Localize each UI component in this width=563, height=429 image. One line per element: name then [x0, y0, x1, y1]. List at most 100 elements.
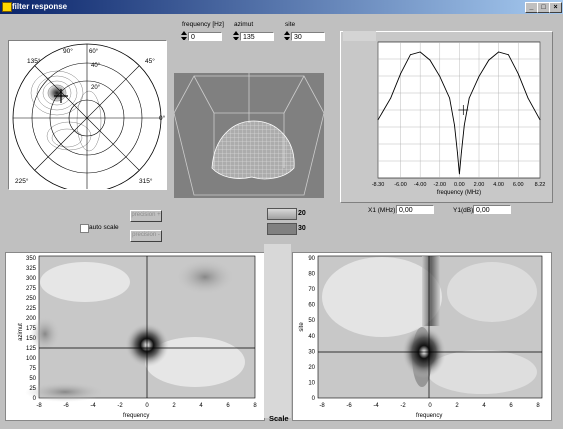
series-point [539, 119, 541, 121]
series-point [458, 173, 460, 175]
contour-right-xtick: 0 [428, 403, 432, 409]
title-bar: filter response _ □ × [0, 0, 563, 14]
series-point [478, 76, 480, 77]
svg-text:20°: 20° [91, 85, 101, 91]
contour-left-xtick: -6 [63, 403, 69, 409]
svg-text:60°: 60° [89, 49, 99, 55]
contour-right-xtick: 4 [482, 403, 486, 409]
azimut-field[interactable]: 135 [240, 32, 274, 41]
series-point [449, 97, 450, 99]
auto-scale-label: auto scale [89, 224, 119, 231]
y1-field[interactable]: 0,00 [473, 205, 511, 214]
series-point [409, 54, 411, 56]
contour-left-ytick: 150 [26, 336, 37, 342]
contour-right-ytick: 40 [308, 334, 315, 340]
svg-text:45°: 45° [145, 57, 155, 65]
site-label: site [285, 21, 296, 28]
frequency-spinner-icon[interactable] [181, 31, 187, 40]
contour-right-ytick: 80 [308, 272, 315, 278]
precision-down-button[interactable]: precision - [130, 230, 162, 242]
scale-swatch-20 [267, 208, 297, 220]
app-icon [2, 2, 12, 12]
x-tick-label: 4.00 [493, 182, 504, 188]
contour-right-xlabel: frequency [416, 413, 442, 419]
series-point [390, 97, 392, 99]
azimut-spinner-icon[interactable] [233, 31, 239, 40]
contour-right-ytick: 10 [308, 380, 315, 386]
series-point [463, 124, 465, 126]
x-tick-label: -2.00 [434, 182, 447, 188]
auto-scale-checkbox[interactable] [80, 224, 89, 233]
series-point [400, 73, 401, 75]
contour-right-ytick: 20 [308, 365, 315, 371]
contour-right-xtick: 8 [536, 403, 540, 409]
svg-text:315°: 315° [139, 177, 153, 185]
contour-left-ytick: 225 [26, 306, 37, 312]
contour-left-ytick: 125 [26, 346, 37, 352]
scale-swatch-30 [267, 223, 297, 235]
site-field[interactable]: 30 [291, 32, 325, 41]
series-point [429, 59, 431, 61]
contour-left-ytick: 75 [29, 366, 36, 372]
series-point [419, 51, 421, 53]
series-point [439, 76, 441, 77]
contour-right-xtick: -8 [319, 403, 325, 409]
polar-plot[interactable]: 90° 45° 0° 315° 225° 135° 60° 40° 20° [8, 40, 167, 193]
contour-left-xtick: 0 [145, 403, 149, 409]
contour-left-xtick: -4 [90, 403, 96, 409]
contour-left-xtick: 6 [226, 403, 230, 409]
x1-label: X1 (MHz) [368, 207, 396, 214]
contour-left-ylabel: azimut [18, 323, 24, 341]
contour-left[interactable]: 3503253002752502252001751501251007550250… [5, 252, 263, 419]
contour-right-ytick: 60 [308, 303, 315, 309]
contour-right-ytick: 30 [308, 349, 315, 355]
window-title: filter response [12, 2, 68, 11]
3d-view[interactable] [173, 73, 325, 198]
polar-svg: 90° 45° 0° 315° 225° 135° 60° 40° 20° [12, 43, 166, 193]
scale-title: Scale [269, 414, 289, 423]
contour-left-ytick: 300 [26, 276, 37, 282]
x-tick-label: 6.00 [513, 182, 524, 188]
scale-value-30: 30 [298, 225, 306, 232]
azimut-label: azimut [234, 21, 254, 28]
series-point [377, 119, 379, 121]
series-point [460, 151, 462, 153]
contour-left-ytick: 325 [26, 266, 37, 272]
contour-left-xtick: 8 [253, 403, 257, 409]
svg-text:90°: 90° [63, 47, 73, 55]
precision-up-button[interactable]: precision + [130, 210, 162, 222]
contour-left-ytick: 100 [26, 356, 37, 362]
contour-left-ytick: 350 [26, 256, 37, 262]
series-point [454, 124, 455, 126]
contour-right-xtick: -2 [400, 403, 406, 409]
x1-field[interactable]: 0,00 [396, 205, 434, 214]
series-point [508, 54, 509, 56]
y1-label: Y1(dB) [453, 207, 474, 214]
scale-tab [264, 244, 291, 418]
svg-text:135°: 135° [27, 57, 41, 65]
series-point [517, 73, 519, 75]
svg-text:40°: 40° [91, 63, 101, 69]
contour-left-ytick: 25 [29, 386, 36, 392]
x-tick-label: -6.00 [394, 182, 407, 188]
contour-right-ytick: 50 [308, 318, 315, 324]
contour-left-xtick: 4 [199, 403, 203, 409]
line-plot[interactable]: -8.30 -6.00 -4.00 -2.00 0.00 2.00 4.00 6.00 8.22… [356, 38, 548, 198]
series-point [457, 151, 458, 153]
x-tick-label: -8.30 [372, 182, 385, 188]
contour-left-ytick: 175 [26, 326, 37, 332]
close-button[interactable]: × [549, 2, 562, 13]
contour-right[interactable]: 90 80 70 60 50 40 30 20 10 0 -8 -6 -4 -2 0 2 4 6 8 freque… [292, 252, 550, 419]
site-spinner-icon[interactable] [284, 31, 290, 40]
frequency-field[interactable]: 0 [188, 32, 222, 41]
contour-right-ytick: 90 [308, 256, 315, 262]
frequency-label: frequency [Hz] [182, 21, 224, 28]
series-point [527, 97, 529, 99]
contour-right-xtick: 6 [509, 403, 513, 409]
contour-right-ytick: 0 [312, 396, 316, 402]
contour-left-ytick: 250 [26, 296, 37, 302]
contour-right-ylabel: site [299, 322, 305, 332]
3d-mesh-svg [173, 73, 325, 196]
x-tick-label: 2.00 [474, 182, 485, 188]
contour-left-ytick: 275 [26, 286, 37, 292]
